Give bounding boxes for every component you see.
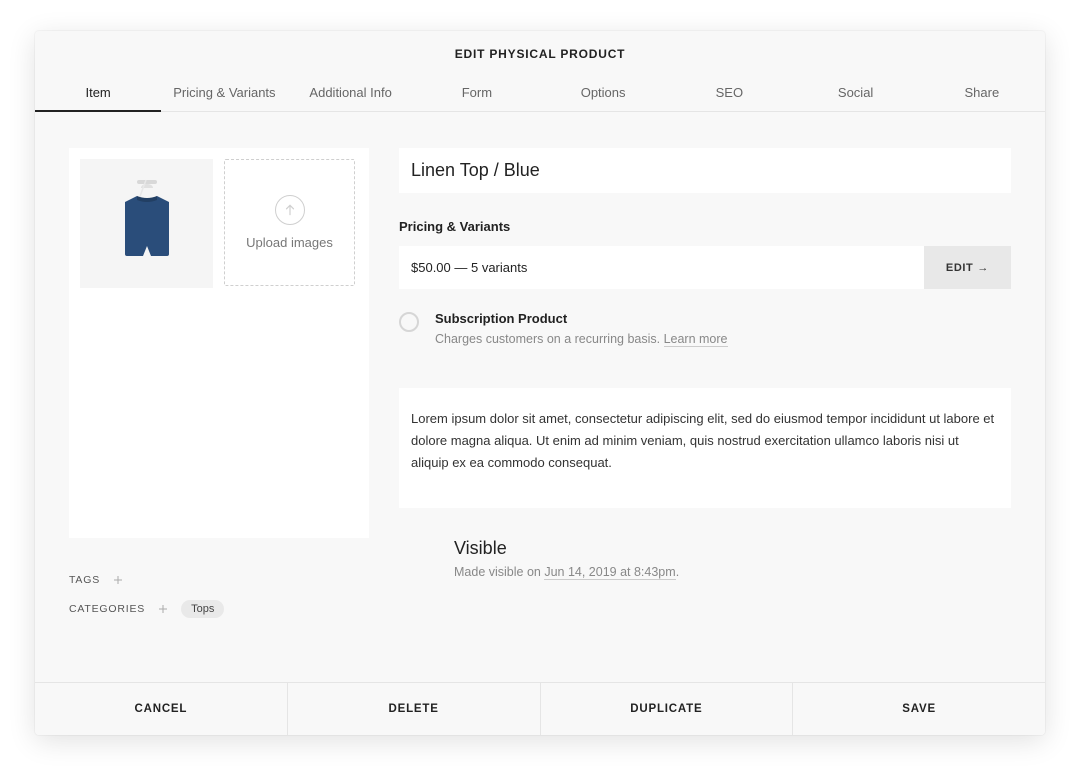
upload-icon [275, 195, 305, 225]
tab-additional-info[interactable]: Additional Info [288, 75, 414, 111]
add-tag-button[interactable] [112, 574, 124, 586]
tab-item[interactable]: Item [35, 75, 161, 111]
product-image-thumbnail[interactable] [80, 159, 213, 288]
modal-title: EDIT PHYSICAL PRODUCT [35, 31, 1045, 75]
subscription-toggle-row: Subscription Product Charges customers o… [399, 311, 1011, 346]
visibility-title: Visible [454, 538, 1011, 559]
delete-button[interactable]: DELETE [288, 683, 541, 735]
visibility-block: Visible Made visible on Jun 14, 2019 at … [454, 538, 1011, 579]
subscription-desc: Charges customers on a recurring basis. … [435, 332, 728, 346]
edit-product-modal: EDIT PHYSICAL PRODUCT Item Pricing & Var… [35, 31, 1045, 735]
subscription-radio[interactable] [399, 312, 419, 332]
left-column: Upload images TAGS CATEGORIES [69, 148, 369, 658]
cancel-button[interactable]: CANCEL [35, 683, 288, 735]
save-button[interactable]: SAVE [793, 683, 1045, 735]
pricing-summary-row: $50.00 — 5 variants EDIT → [399, 246, 1011, 289]
pricing-variants-label: Pricing & Variants [399, 219, 1011, 234]
category-chip[interactable]: Tops [181, 600, 224, 618]
visibility-date-link[interactable]: Jun 14, 2019 at 8:43pm [544, 565, 675, 580]
right-column: Pricing & Variants $50.00 — 5 variants E… [399, 148, 1011, 658]
edit-pricing-button[interactable]: EDIT → [924, 246, 1011, 289]
tags-label: TAGS [69, 574, 100, 586]
product-description[interactable]: Lorem ipsum dolor sit amet, consectetur … [399, 388, 1011, 508]
upload-label: Upload images [246, 235, 333, 250]
tags-row: TAGS [69, 574, 369, 586]
modal-body: Upload images TAGS CATEGORIES [35, 112, 1045, 682]
edit-button-label: EDIT [946, 262, 973, 274]
upload-images-dropzone[interactable]: Upload images [224, 159, 355, 286]
visibility-desc: Made visible on Jun 14, 2019 at 8:43pm. [454, 565, 1011, 579]
subscription-desc-text: Charges customers on a recurring basis. [435, 332, 664, 346]
pricing-summary-text: $50.00 — 5 variants [399, 246, 924, 289]
modal-footer: CANCEL DELETE DUPLICATE SAVE [35, 682, 1045, 735]
arrow-right-icon: → [977, 262, 989, 274]
tab-share[interactable]: Share [919, 75, 1045, 111]
tab-seo[interactable]: SEO [666, 75, 792, 111]
subscription-text-block: Subscription Product Charges customers o… [435, 311, 728, 346]
meta-section: TAGS CATEGORIES Tops [69, 574, 369, 618]
subscription-title: Subscription Product [435, 311, 728, 326]
product-images-card: Upload images [69, 148, 369, 538]
categories-row: CATEGORIES Tops [69, 600, 369, 618]
visibility-prefix: Made visible on [454, 565, 544, 579]
tab-bar: Item Pricing & Variants Additional Info … [35, 75, 1045, 112]
product-name-input[interactable] [399, 148, 1011, 193]
categories-label: CATEGORIES [69, 603, 145, 615]
tab-options[interactable]: Options [540, 75, 666, 111]
learn-more-link[interactable]: Learn more [664, 332, 728, 347]
visibility-suffix: . [676, 565, 679, 579]
add-category-button[interactable] [157, 603, 169, 615]
duplicate-button[interactable]: DUPLICATE [541, 683, 794, 735]
blue-top-illustration [97, 174, 197, 274]
tab-social[interactable]: Social [793, 75, 919, 111]
tab-form[interactable]: Form [414, 75, 540, 111]
tab-pricing-variants[interactable]: Pricing & Variants [161, 75, 287, 111]
